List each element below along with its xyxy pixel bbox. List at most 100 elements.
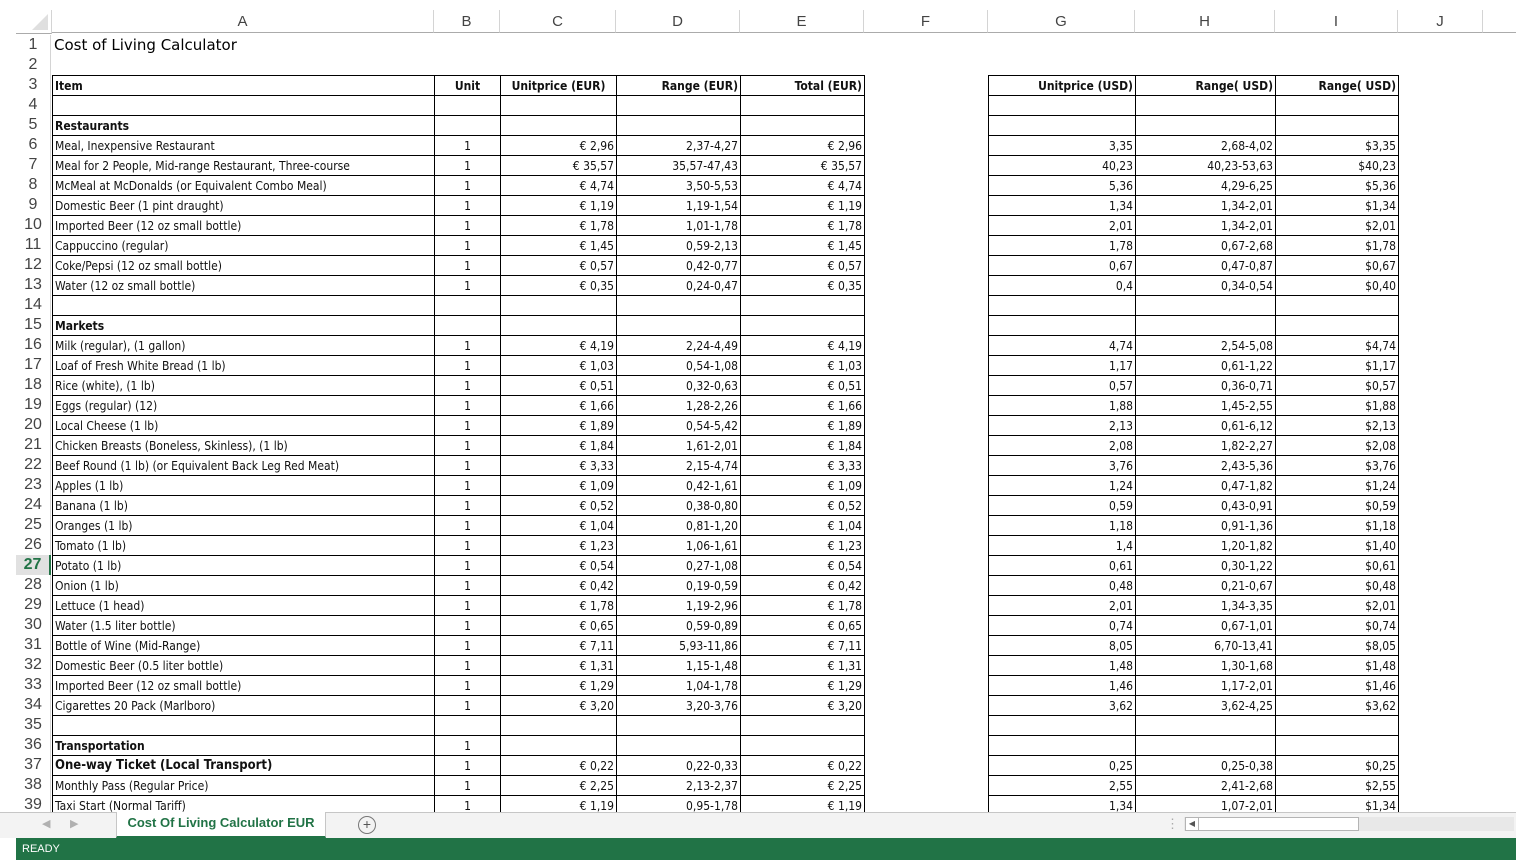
scroll-tabs-left-icon[interactable]: ◀ bbox=[42, 817, 50, 830]
unitprice-eur-cell[interactable]: € 1,04 bbox=[500, 515, 617, 536]
column-header-f[interactable]: F bbox=[864, 10, 988, 33]
total-eur-cell[interactable]: € 0,35 bbox=[740, 275, 865, 296]
range-usd-formatted-cell[interactable]: $1,78 bbox=[1275, 235, 1399, 256]
total-eur-cell[interactable]: € 0,42 bbox=[740, 575, 865, 596]
row-header-12[interactable]: 12 bbox=[16, 255, 51, 275]
range-usd-cell[interactable]: 0,25-0,38 bbox=[1135, 755, 1276, 776]
unitprice-usd-cell[interactable]: 1,24 bbox=[988, 475, 1136, 496]
range-eur-cell[interactable]: 0,19-0,59 bbox=[616, 575, 741, 596]
unitprice-usd-cell[interactable]: 3,62 bbox=[988, 695, 1136, 716]
row-header-20[interactable]: 20 bbox=[16, 415, 51, 435]
row-header-6[interactable]: 6 bbox=[16, 135, 51, 155]
row-header-22[interactable]: 22 bbox=[16, 455, 51, 475]
item-cell[interactable]: Markets bbox=[52, 315, 435, 336]
column-header-k[interactable] bbox=[1483, 10, 1516, 33]
unit-cell[interactable] bbox=[434, 715, 501, 736]
range-usd-cell[interactable] bbox=[1135, 115, 1276, 136]
unitprice-eur-cell[interactable]: € 2,25 bbox=[500, 775, 617, 796]
range-eur-cell[interactable]: 1,28-2,26 bbox=[616, 395, 741, 416]
plus-circle-icon[interactable]: + bbox=[358, 816, 376, 834]
item-cell[interactable]: Cappuccino (regular) bbox=[52, 235, 435, 256]
range-usd-formatted-cell[interactable]: $1,34 bbox=[1275, 195, 1399, 216]
unit-cell[interactable]: 1 bbox=[434, 215, 501, 236]
unitprice-eur-cell[interactable]: € 1,03 bbox=[500, 355, 617, 376]
total-eur-cell[interactable]: € 0,51 bbox=[740, 375, 865, 396]
item-cell[interactable]: Loaf of Fresh White Bread (1 lb) bbox=[52, 355, 435, 376]
range-eur-cell[interactable]: 1,04-1,78 bbox=[616, 675, 741, 696]
range-usd-formatted-cell[interactable] bbox=[1275, 115, 1399, 136]
row-header-3[interactable]: 3 bbox=[16, 75, 51, 95]
unitprice-eur-cell[interactable] bbox=[500, 95, 617, 116]
total-eur-cell[interactable]: € 1,84 bbox=[740, 435, 865, 456]
total-eur-cell[interactable]: € 0,57 bbox=[740, 255, 865, 276]
range-usd-cell[interactable]: 2,41-2,68 bbox=[1135, 775, 1276, 796]
row-header-17[interactable]: 17 bbox=[16, 355, 51, 375]
item-cell[interactable]: Coke/Pepsi (12 oz small bottle) bbox=[52, 255, 435, 276]
total-eur-cell[interactable]: € 0,54 bbox=[740, 555, 865, 576]
total-eur-cell[interactable]: € 1,03 bbox=[740, 355, 865, 376]
unit-cell[interactable]: 1 bbox=[434, 175, 501, 196]
range-usd-formatted-cell[interactable] bbox=[1275, 295, 1399, 316]
unit-cell[interactable] bbox=[434, 115, 501, 136]
total-eur-cell[interactable]: € 1,19 bbox=[740, 195, 865, 216]
range-usd-formatted-cell[interactable]: $0,57 bbox=[1275, 375, 1399, 396]
total-eur-cell[interactable]: € 7,11 bbox=[740, 635, 865, 656]
row-header-25[interactable]: 25 bbox=[16, 515, 51, 535]
header-cell-total-eur[interactable]: Total (EUR) bbox=[740, 75, 865, 96]
unit-cell[interactable]: 1 bbox=[434, 255, 501, 276]
column-header-g[interactable]: G bbox=[988, 10, 1135, 33]
total-eur-cell[interactable]: € 0,65 bbox=[740, 615, 865, 636]
unit-cell[interactable]: 1 bbox=[434, 235, 501, 256]
unitprice-usd-cell[interactable]: 5,36 bbox=[988, 175, 1136, 196]
total-eur-cell[interactable] bbox=[740, 115, 865, 136]
range-usd-formatted-cell[interactable]: $1,17 bbox=[1275, 355, 1399, 376]
range-usd-formatted-cell[interactable]: $0,61 bbox=[1275, 555, 1399, 576]
range-usd-formatted-cell[interactable]: $1,24 bbox=[1275, 475, 1399, 496]
range-eur-cell[interactable] bbox=[616, 715, 741, 736]
unitprice-usd-cell[interactable]: 0,4 bbox=[988, 275, 1136, 296]
range-usd-cell[interactable]: 1,17-2,01 bbox=[1135, 675, 1276, 696]
range-usd-formatted-cell[interactable] bbox=[1275, 95, 1399, 116]
total-eur-cell[interactable] bbox=[740, 295, 865, 316]
range-eur-cell[interactable]: 2,15-4,74 bbox=[616, 455, 741, 476]
unitprice-eur-cell[interactable]: € 0,22 bbox=[500, 755, 617, 776]
row-header-23[interactable]: 23 bbox=[16, 475, 51, 495]
total-eur-cell[interactable] bbox=[740, 95, 865, 116]
row-header-24[interactable]: 24 bbox=[16, 495, 51, 515]
item-cell[interactable]: Local Cheese (1 lb) bbox=[52, 415, 435, 436]
item-cell[interactable]: Water (1.5 liter bottle) bbox=[52, 615, 435, 636]
unitprice-eur-cell[interactable] bbox=[500, 115, 617, 136]
range-usd-formatted-cell[interactable]: $0,40 bbox=[1275, 275, 1399, 296]
unit-cell[interactable]: 1 bbox=[434, 355, 501, 376]
range-usd-cell[interactable]: 1,34-2,01 bbox=[1135, 215, 1276, 236]
unitprice-eur-cell[interactable]: € 1,89 bbox=[500, 415, 617, 436]
range-usd-cell[interactable]: 0,34-0,54 bbox=[1135, 275, 1276, 296]
column-header-b[interactable]: B bbox=[434, 10, 500, 33]
unitprice-eur-cell[interactable]: € 3,33 bbox=[500, 455, 617, 476]
unit-cell[interactable]: 1 bbox=[434, 655, 501, 676]
range-eur-cell[interactable] bbox=[616, 295, 741, 316]
total-eur-cell[interactable]: € 2,96 bbox=[740, 135, 865, 156]
range-eur-cell[interactable]: 0,54-5,42 bbox=[616, 415, 741, 436]
unitprice-eur-cell[interactable]: € 1,45 bbox=[500, 235, 617, 256]
row-header-5[interactable]: 5 bbox=[16, 115, 51, 135]
item-cell[interactable]: Apples (1 lb) bbox=[52, 475, 435, 496]
item-cell[interactable]: Chicken Breasts (Boneless, Skinless), (1… bbox=[52, 435, 435, 456]
column-header-a[interactable]: A bbox=[52, 10, 434, 33]
range-usd-formatted-cell[interactable]: $2,01 bbox=[1275, 595, 1399, 616]
range-eur-cell[interactable] bbox=[616, 315, 741, 336]
unitprice-usd-cell[interactable]: 1,34 bbox=[988, 795, 1136, 812]
total-eur-cell[interactable]: € 0,22 bbox=[740, 755, 865, 776]
range-usd-cell[interactable]: 1,34-2,01 bbox=[1135, 195, 1276, 216]
range-usd-cell[interactable]: 0,21-0,67 bbox=[1135, 575, 1276, 596]
item-cell[interactable]: Imported Beer (12 oz small bottle) bbox=[52, 215, 435, 236]
row-header-37[interactable]: 37 bbox=[16, 755, 51, 775]
total-eur-cell[interactable]: € 1,78 bbox=[740, 595, 865, 616]
unitprice-eur-cell[interactable]: € 0,65 bbox=[500, 615, 617, 636]
range-eur-cell[interactable]: 5,93-11,86 bbox=[616, 635, 741, 656]
spreadsheet-grid[interactable]: Cost of Living Calculator ABCDEFGHIJ1234… bbox=[0, 0, 1516, 812]
unitprice-usd-cell[interactable]: 4,74 bbox=[988, 335, 1136, 356]
row-header-13[interactable]: 13 bbox=[16, 275, 51, 295]
item-cell[interactable]: One-way Ticket (Local Transport) bbox=[52, 755, 435, 776]
range-usd-formatted-cell[interactable]: $8,05 bbox=[1275, 635, 1399, 656]
